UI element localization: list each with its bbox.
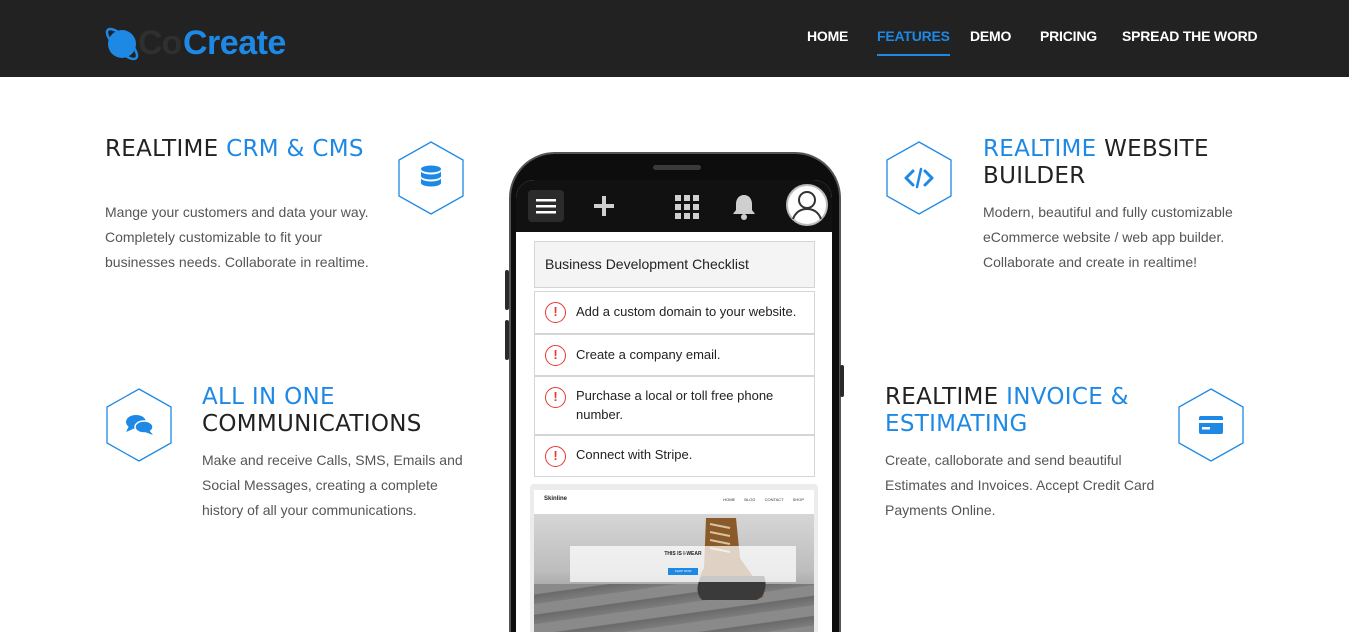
checklist-item-text: Connect with Stripe.: [576, 447, 693, 462]
feature-crm-desc-line: Mange your customers and data your way.: [105, 204, 369, 220]
feature-website-title: REALTIME WEBSITE BUILDER: [983, 136, 1263, 190]
feature-crm-desc-line: Completely customizable to fit your: [105, 229, 323, 245]
feature-website-desc-line: Modern, beautiful and fully customizable: [983, 204, 1233, 220]
feature-website-desc-line: Collaborate and create in realtime!: [983, 254, 1198, 270]
checklist-item[interactable]: ! Add a custom domain to your website.: [534, 291, 815, 334]
feature-crm-desc: Mange your customers and data your way. …: [105, 200, 405, 275]
plus-icon[interactable]: [594, 196, 614, 216]
nav-pricing[interactable]: PRICING: [1040, 28, 1097, 44]
database-icon: [397, 140, 465, 216]
checklist-item[interactable]: ! Purchase a local or toll free phone nu…: [534, 376, 815, 435]
preview-hero-image: THIS IS I-WEAR SHOP NOW: [534, 514, 814, 632]
checklist-item-text: Add a custom domain to your website.: [576, 304, 797, 319]
feature-communications-desc-line: Social Messages, creating a complete: [202, 477, 438, 493]
feature-invoice-title: REALTIME INVOICE & ESTIMATING: [885, 384, 1165, 438]
phone-power-button: [840, 365, 844, 397]
preview-nav-link: HOME: [723, 497, 736, 502]
preview-wood-floor: [534, 584, 814, 632]
checklist-item[interactable]: ! Create a company email.: [534, 334, 815, 376]
warning-icon: !: [545, 302, 566, 323]
main-nav: HOME FEATURES DEMO PRICING SPREAD THE WO…: [0, 28, 1349, 58]
nav-features[interactable]: FEATURES: [877, 28, 950, 56]
phone-volume-button: [505, 320, 509, 360]
warning-icon: !: [545, 345, 566, 366]
website-preview-card[interactable]: Skinline HOME BLOG CONTACT SHOP THIS IS …: [530, 484, 818, 632]
nav-spread-the-word[interactable]: SPREAD THE WORD: [1122, 28, 1258, 44]
feature-website-title-blue: REALTIME: [983, 136, 1097, 162]
preview-nav-link: CONTACT: [764, 497, 784, 502]
preview-nav-link: SHOP: [792, 497, 804, 502]
checklist-item-text: Create a company email.: [576, 347, 721, 362]
code-icon: [885, 140, 953, 216]
feature-crm-title: REALTIME CRM & CMS: [105, 136, 365, 163]
feature-communications-title: ALL IN ONE COMMUNICATIONS: [202, 384, 492, 438]
feature-crm-title-blue: CRM & CMS: [226, 136, 364, 162]
warning-icon: !: [545, 387, 566, 408]
checklist-item[interactable]: ! Connect with Stripe.: [534, 435, 815, 477]
preview-hero-overlay: THIS IS I-WEAR SHOP NOW: [570, 546, 796, 582]
feature-invoice-desc-line: Payments Online.: [885, 502, 996, 518]
credit-card-icon: [1177, 387, 1245, 463]
avatar[interactable]: [786, 184, 828, 226]
feature-communications-desc-line: history of all your communications.: [202, 502, 417, 518]
checklist-title: Business Development Checklist: [534, 241, 815, 288]
bell-icon[interactable]: [732, 194, 756, 220]
top-header: Co Create HOME FEATURES DEMO PRICING SPR…: [0, 0, 1349, 77]
phone-volume-button: [505, 270, 509, 310]
feature-crm-desc-line: businesses needs. Collaborate in realtim…: [105, 254, 369, 270]
nav-demo[interactable]: DEMO: [970, 28, 1011, 44]
feature-invoice-desc-line: Estimates and Invoices. Accept Credit Ca…: [885, 477, 1155, 493]
feature-invoice-desc: Create, calloborate and send beautiful E…: [885, 448, 1185, 523]
feature-invoice-desc-line: Create, calloborate and send beautiful: [885, 452, 1122, 468]
checklist-item-text: Purchase a local or toll free phone numb…: [576, 388, 774, 422]
preview-navbar: Skinline HOME BLOG CONTACT SHOP: [534, 490, 814, 512]
feature-invoice-title-dark: REALTIME: [885, 384, 1007, 410]
chat-icon: [105, 387, 173, 463]
nav-home[interactable]: HOME: [807, 28, 848, 44]
phone-screen: Business Development Checklist ! Add a c…: [516, 180, 832, 632]
feature-website-desc-line: eCommerce website / web app builder.: [983, 229, 1225, 245]
warning-icon: !: [545, 446, 566, 467]
preview-shop-button: SHOP NOW: [668, 568, 698, 575]
feature-communications-desc: Make and receive Calls, SMS, Emails and …: [202, 448, 502, 523]
feature-website-desc: Modern, beautiful and fully customizable…: [983, 200, 1283, 275]
preview-nav-links: HOME BLOG CONTACT SHOP: [715, 497, 804, 502]
app-toolbar: [516, 180, 832, 232]
preview-headline: THIS IS I-WEAR: [664, 551, 702, 557]
hamburger-menu-icon[interactable]: [528, 190, 564, 222]
feature-communications-desc-line: Make and receive Calls, SMS, Emails and: [202, 452, 463, 468]
website-preview: Skinline HOME BLOG CONTACT SHOP THIS IS …: [534, 490, 814, 632]
feature-communications-title-dark: COMMUNICATIONS: [202, 411, 422, 437]
preview-brand: Skinline: [544, 496, 568, 502]
feature-crm-title-dark: REALTIME: [105, 136, 227, 162]
feature-communications-title-blue: ALL IN ONE: [202, 384, 335, 410]
phone-speaker: [653, 165, 701, 170]
apps-grid-icon[interactable]: [675, 195, 699, 219]
preview-nav-link: BLOG: [744, 497, 756, 502]
